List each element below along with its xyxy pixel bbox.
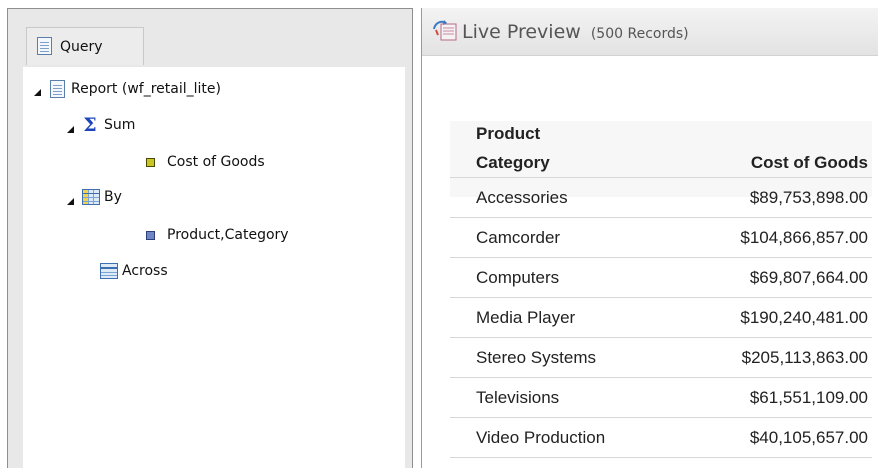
query-panel: Query Report (wf_retail_lite) Σ Sum Cost… <box>7 8 413 469</box>
table-row: Computers $69,807,664.00 <box>450 257 872 298</box>
tree-node-label: Sum <box>104 117 136 133</box>
across-grid-icon <box>100 263 118 279</box>
tree-node-report[interactable]: Report (wf_retail_lite) <box>50 78 221 100</box>
tree-node-by[interactable]: By <box>82 186 122 208</box>
table-row: Televisions $61,551,109.00 <box>450 377 872 418</box>
record-count: (500 Records) <box>590 26 689 42</box>
tree-node-label: Across <box>122 263 168 279</box>
sigma-icon: Σ <box>83 114 97 136</box>
column-header-line: Product <box>476 124 541 143</box>
table-row: Media Player $190,240,481.00 <box>450 297 872 338</box>
tree-node-product-category[interactable]: Product,Category <box>146 224 289 246</box>
cost-cell: $205,113,863.00 <box>696 337 872 378</box>
query-tab[interactable]: Query <box>26 27 144 65</box>
live-preview-icon <box>433 20 457 41</box>
collapse-triangle-icon[interactable] <box>67 126 74 133</box>
tree-node-cost-of-goods[interactable]: Cost of Goods <box>146 151 265 173</box>
dimension-field-icon <box>146 230 155 240</box>
tree-node-label: By <box>104 189 122 205</box>
cost-cell: $89,753,898.00 <box>696 177 872 218</box>
category-cell: Stereo Systems <box>450 337 696 378</box>
query-tab-label: Query <box>60 39 103 55</box>
tree-node-sum[interactable]: Σ Sum <box>82 114 135 136</box>
cost-cell: $40,105,657.00 <box>696 417 872 458</box>
measure-field-icon <box>146 157 155 167</box>
query-doc-icon <box>37 37 52 55</box>
category-cell: Media Player <box>450 297 696 338</box>
live-preview-title-text: Live Preview <box>462 21 581 43</box>
collapse-triangle-icon[interactable] <box>67 198 74 205</box>
tree-node-label: Cost of Goods <box>167 154 265 170</box>
query-tree: Report (wf_retail_lite) Σ Sum Cost of Go… <box>23 67 405 469</box>
live-preview-title: Live Preview (500 Records) <box>462 21 689 43</box>
tree-node-across[interactable]: Across <box>100 260 168 282</box>
by-grid-icon <box>82 189 100 205</box>
category-cell: Accessories <box>450 177 696 218</box>
cost-cell: $104,866,857.00 <box>696 217 872 258</box>
category-cell: Computers <box>450 257 696 298</box>
app-window: Query Report (wf_retail_lite) Σ Sum Cost… <box>0 0 878 469</box>
column-header-product-category[interactable]: Product Category <box>450 121 696 178</box>
cost-cell: $190,240,481.00 <box>696 297 872 338</box>
column-header-cost-of-goods[interactable]: Cost of Goods <box>696 121 872 178</box>
tree-node-label: Report (wf_retail_lite) <box>71 81 221 97</box>
table-row: Camcorder $104,866,857.00 <box>450 217 872 258</box>
report-table: Product Category Cost of Goods Accessori… <box>450 121 872 458</box>
live-preview-header: Live Preview (500 Records) <box>422 8 878 56</box>
report-doc-icon <box>50 80 65 98</box>
tree-node-label: Product,Category <box>167 227 289 243</box>
column-header-line: Category <box>476 153 550 172</box>
collapse-triangle-icon[interactable] <box>34 89 41 96</box>
table-row: Stereo Systems $205,113,863.00 <box>450 337 872 378</box>
table-row: Accessories $89,753,898.00 <box>450 177 872 218</box>
table-header-row: Product Category Cost of Goods <box>450 121 872 178</box>
category-cell: Camcorder <box>450 217 696 258</box>
category-cell: Televisions <box>450 377 696 418</box>
table-row: Video Production $40,105,657.00 <box>450 417 872 458</box>
cost-cell: $61,551,109.00 <box>696 377 872 418</box>
category-cell: Video Production <box>450 417 696 458</box>
cost-cell: $69,807,664.00 <box>696 257 872 298</box>
live-preview-panel: Live Preview (500 Records) Product Categ… <box>421 8 878 468</box>
